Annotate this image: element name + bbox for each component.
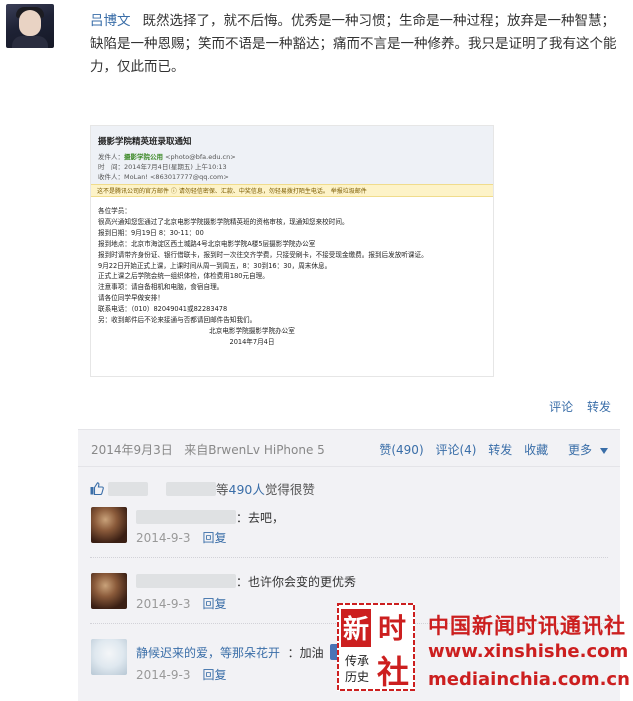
- like-button[interactable]: 赞(490): [379, 443, 423, 457]
- email-sign-date: 2014年7月4日: [229, 337, 275, 346]
- favorite-button[interactable]: 收藏: [524, 443, 548, 457]
- email-line: 另：收到邮件后不论来接通与否都请回邮件告知我们。: [98, 316, 257, 325]
- author-avatar[interactable]: [6, 4, 54, 48]
- commenter-name-redacted[interactable]: [136, 510, 236, 524]
- email-line: 9月22日开始正式上课，上课时间从周一到周五，8：30到16：30，周末休息。: [98, 261, 332, 270]
- email-line: 很高兴通知您您通过了北京电影学院摄影学院精英班的资格审核，现通知您来校时间。: [98, 217, 349, 226]
- email-line: 正式上课之后学院会统一组织体检，体检费用180元自理。: [98, 272, 269, 281]
- comment-date: 2014-9-3: [136, 668, 191, 682]
- likes-count[interactable]: 490人: [229, 482, 265, 497]
- email-body: 各位学员： 很高兴通知您您通过了北京电影学院摄影学院精英班的资格审核，现通知您来…: [98, 206, 486, 348]
- author-name[interactable]: 吕博文: [90, 13, 131, 29]
- reply-link[interactable]: 回复: [202, 668, 226, 682]
- comment-date: 2014-9-3: [136, 597, 191, 611]
- comment-text: ：去吧，: [136, 509, 284, 526]
- comment-link[interactable]: 评论: [549, 400, 573, 414]
- post-source[interactable]: 来自BrwenLv HiPhone 5: [184, 443, 325, 457]
- email-warning: 这不是腾讯公司的官方邮件 ⓘ 请勿轻信密保、汇款、中奖信息，勿轻易拨打陌生电话。…: [91, 184, 493, 197]
- comment-button[interactable]: 评论(4): [435, 443, 476, 457]
- repost-button[interactable]: 转发: [488, 443, 512, 457]
- email-sender: 发件人：摄影学院公用 <photo@bfa.edu.cn>: [98, 153, 236, 161]
- email-line: 报到日期：9月19日 8：30-11：00: [98, 228, 204, 237]
- email-line: 注意事项：请自备相机和电脑，食宿自理。: [98, 283, 224, 292]
- email-recipient: 收件人：MoLan! <863017777@qq.com>: [98, 173, 229, 181]
- commenter-avatar[interactable]: [91, 639, 127, 675]
- svg-text:历史: 历史: [345, 670, 369, 684]
- watermark-url-alt: mediainchia.com.cn: [428, 669, 630, 690]
- commenter-avatar[interactable]: [91, 573, 127, 609]
- email-line: 请各位同学早做安排！: [98, 294, 164, 303]
- svg-text:新: 新: [343, 614, 369, 645]
- comment-text: ：也许你会变的更优秀: [136, 573, 356, 590]
- reply-link[interactable]: 回复: [202, 531, 226, 545]
- post-content: 吕博文 既然选择了，就不后悔。优秀是一种习惯；生命是一种过程；放弃是一种智慧；缺陷…: [90, 10, 618, 79]
- comment-text: 静候迟来的爱，等那朵花开 ：加油: [136, 644, 344, 661]
- commenter-name-redacted[interactable]: [136, 574, 236, 588]
- watermark-seal: 新 时 传承 历史 社: [337, 603, 415, 691]
- email-line: 报到时请带齐身份证、银行借联卡，报到时一次往交齐学费，只接受刷卡，不接受现金缴费…: [98, 250, 428, 259]
- post-image[interactable]: 摄影学院精英班录取通知 发件人：摄影学院公用 <photo@bfa.edu.cn…: [90, 125, 494, 377]
- email-signature: 北京电影学院摄影学院办公室: [209, 326, 295, 335]
- comment-date: 2014-9-3: [136, 531, 191, 545]
- watermark-url: www.xinshishe.com: [428, 641, 629, 662]
- comment-meta: 2014-9-3 回复: [136, 529, 226, 546]
- email-line: 报到地点：北京市海淀区西土城路4号北京电影学院A楼5层摄影学院办公室: [98, 239, 316, 248]
- email-header: 摄影学院精英班录取通知 发件人：摄影学院公用 <photo@bfa.edu.cn…: [91, 126, 493, 184]
- svg-text:传承: 传承: [345, 653, 369, 668]
- comment-meta: 2014-9-3 回复: [136, 595, 226, 612]
- likes-summary: 等490人觉得很赞: [90, 479, 315, 498]
- email-line: 联系电话：（010）82049041或82283478: [98, 305, 228, 314]
- svg-text:时: 时: [378, 612, 406, 645]
- chevron-down-icon: [600, 447, 608, 454]
- liker-name-redacted[interactable]: [108, 482, 148, 496]
- svg-text:社: 社: [377, 653, 409, 691]
- post-actions: 评论 转发: [539, 398, 611, 415]
- email-title: 摄影学院精英班录取通知: [98, 137, 192, 147]
- meta-bar: 2014年9月3日 来自BrwenLv HiPhone 5 赞(490) 评论(…: [78, 429, 620, 467]
- commenter-name[interactable]: 静候迟来的爱，等那朵花开: [136, 646, 280, 660]
- comment-meta: 2014-9-3 回复: [136, 666, 226, 683]
- post-date[interactable]: 2014年9月3日: [91, 443, 173, 457]
- email-line: 各位学员：: [98, 207, 131, 215]
- more-button[interactable]: 更多: [560, 443, 608, 457]
- email-time: 时 间：2014年7月4日(星期五) 上午10:13: [98, 163, 227, 171]
- meta-actions: 赞(490) 评论(4) 转发 收藏 更多: [371, 441, 608, 458]
- reply-link[interactable]: 回复: [202, 597, 226, 611]
- thumb-up-icon: [90, 482, 104, 495]
- commenter-avatar[interactable]: [91, 507, 127, 543]
- post-info: 2014年9月3日 来自BrwenLv HiPhone 5: [91, 441, 325, 458]
- repost-link[interactable]: 转发: [587, 400, 611, 414]
- watermark-name: 中国新闻时讯通讯社: [428, 614, 626, 638]
- divider: [90, 557, 608, 558]
- liker-name-redacted[interactable]: [165, 482, 216, 496]
- post-text: 既然选择了，就不后悔。优秀是一种习惯；生命是一种过程；放弃是一种智慧；缺陷是一种…: [90, 13, 617, 75]
